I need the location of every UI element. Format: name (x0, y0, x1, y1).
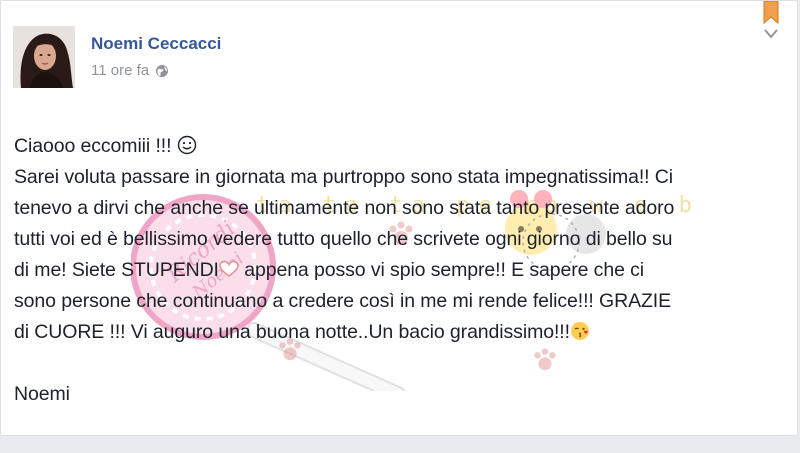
post-line: di me! Siete STUPENDI appena posso vi sp… (14, 259, 645, 281)
post-signature: Noemi (14, 383, 70, 405)
kiss-emoji-icon (570, 322, 589, 340)
post-line: tenevo a dirvi che anche se ultimamente … (14, 197, 675, 219)
post-card: Noemi Ceccacci 11 ore fa Ricordi Noemi t… (0, 0, 798, 436)
post-line: tutti voi ed è bellissimo vedere tutto q… (14, 228, 673, 250)
post-line: sono persone che continuano a credere co… (14, 290, 672, 312)
post-blank-line (14, 348, 789, 379)
post-line: di CUORE !!! Vi auguro una buona notte..… (14, 317, 789, 348)
post-timestamp[interactable]: 11 ore fa (91, 62, 149, 79)
post-meta: 11 ore fa (91, 62, 169, 79)
post-line: Ciaooo eccomiii !!! (14, 131, 789, 162)
avatar-image (13, 26, 75, 88)
chevron-down-icon[interactable] (763, 27, 779, 41)
smile-emoji-icon (177, 135, 196, 155)
heart-emoji-icon (219, 260, 239, 277)
post-message: Ciaooo eccomiii !!! Sarei voluta passare… (14, 131, 789, 410)
post-line: Sarei voluta passare in giornata ma purt… (14, 166, 673, 188)
avatar[interactable] (13, 26, 75, 88)
bookmark-icon[interactable] (762, 1, 780, 25)
globe-icon[interactable] (155, 64, 169, 78)
author-name[interactable]: Noemi Ceccacci (91, 34, 221, 54)
